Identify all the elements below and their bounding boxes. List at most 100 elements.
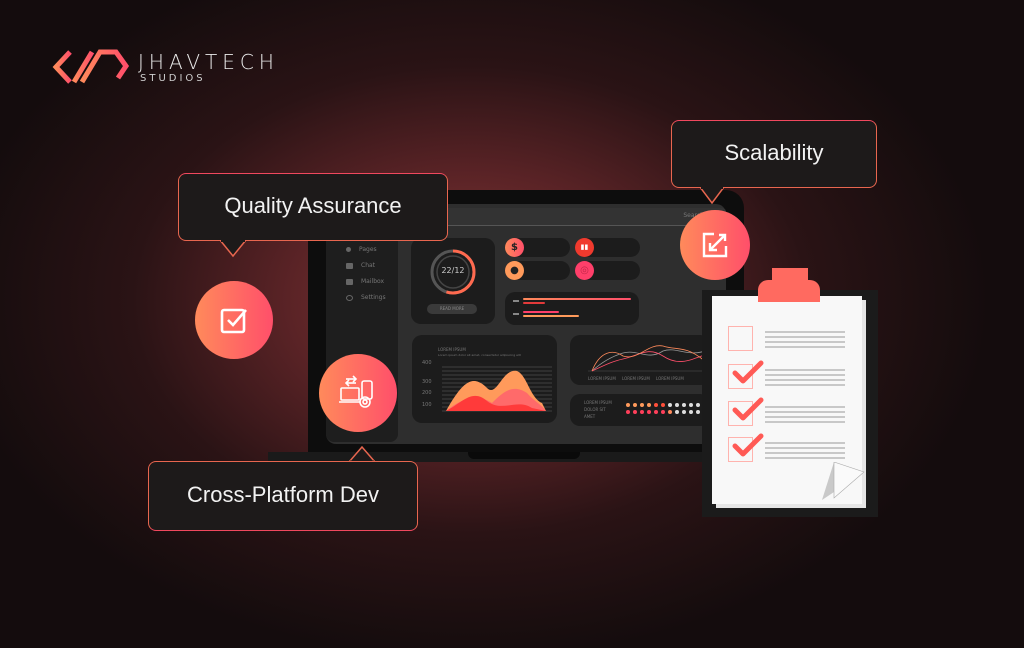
checkmark-icon (732, 433, 764, 457)
y-tick: 100 (422, 402, 432, 408)
callout-label: Cross-Platform Dev (187, 482, 379, 507)
bar-row-label (513, 300, 519, 302)
user-icon: ● (505, 261, 524, 280)
checkmark-icon (732, 360, 764, 384)
dot (682, 403, 686, 407)
bar (523, 311, 559, 313)
checklist-checkbox[interactable] (728, 433, 764, 462)
checklist-text-lines (765, 406, 845, 426)
quality-assurance-badge (195, 281, 273, 359)
gear-icon (346, 294, 353, 301)
callout-tail (700, 187, 724, 205)
dot (682, 410, 686, 414)
checklist-text-lines (765, 369, 845, 389)
dot (640, 403, 644, 407)
sidebar-item-label: Pages (359, 246, 377, 253)
dot (661, 410, 665, 414)
y-tick: 400 (422, 360, 432, 366)
stat-pill[interactable]: ● (505, 261, 570, 280)
callout-cross-platform: Cross-Platform Dev (148, 461, 418, 531)
legend-item: LOREM IPSUM (588, 376, 616, 381)
callout-label: Quality Assurance (224, 193, 402, 218)
line-chart-card: LOREM IPSUM LOREM IPSUM LOREM IPSUM (570, 335, 710, 385)
bar-chart-icon: ▮▮ (575, 238, 594, 257)
dot (689, 410, 693, 414)
dot (626, 410, 630, 414)
dot (675, 403, 679, 407)
dot (654, 403, 658, 407)
dot (668, 403, 672, 407)
y-tick: 300 (422, 379, 432, 385)
stat-pill[interactable]: ▮▮ (575, 238, 640, 257)
checklist-text-lines (765, 331, 845, 351)
checklist-text-lines (765, 442, 845, 462)
dot (696, 403, 700, 407)
checklist-checkbox[interactable] (728, 360, 764, 389)
legend-item: LOREM IPSUM (656, 376, 684, 381)
dot (689, 403, 693, 407)
brand-logo: JHAVTECH STUDIOS (52, 48, 292, 88)
progress-ring-card: 22/12 READ MORE (411, 238, 495, 324)
page-curl-icon (822, 462, 865, 500)
chart-title: LOREM IPSUM (438, 347, 466, 352)
ring-value: 22/12 (441, 266, 465, 275)
dot (696, 410, 700, 414)
line-chart (588, 345, 710, 372)
bar (523, 315, 580, 317)
dot (661, 403, 665, 407)
resize-arrow-icon (702, 232, 728, 258)
bar-row-label (513, 313, 519, 315)
dollar-icon: $ (505, 238, 524, 257)
dot (633, 410, 637, 414)
chat-icon (346, 262, 353, 269)
sidebar-item-pages[interactable]: Pages (346, 246, 377, 253)
checkbox-icon (220, 308, 247, 334)
clipboard-clip (758, 280, 820, 302)
dot (654, 410, 658, 414)
dots-card: LOREM IPSUM DOLOR SIT AMET (570, 394, 710, 426)
laptop-notch (468, 452, 580, 459)
callout-quality-assurance: Quality Assurance (178, 173, 448, 241)
checklist-checkbox[interactable] (728, 397, 764, 426)
sidebar-item-mailbox[interactable]: Mailbox (346, 278, 384, 285)
callout-label: Scalability (724, 140, 824, 165)
target-icon: ◎ (575, 261, 594, 280)
mailbox-icon (346, 278, 353, 285)
scalability-badge (680, 210, 750, 280)
line-series-2 (591, 351, 710, 372)
checkmark-icon (732, 397, 764, 421)
code-brackets-icon (52, 49, 130, 84)
dot (647, 403, 651, 407)
brand-subtitle: STUDIOS (140, 73, 206, 84)
y-tick: 200 (422, 390, 432, 396)
dot (633, 403, 637, 407)
dot-icon (346, 247, 351, 252)
dot (668, 410, 672, 414)
stat-pill[interactable]: $ (505, 238, 570, 257)
devices-gear-icon (339, 375, 373, 408)
sidebar-item-label: Settings (361, 294, 386, 301)
dot (647, 410, 651, 414)
area-chart (442, 366, 552, 412)
chart-subtitle: Lorem ipsum dolor sit amet, consectetur … (438, 353, 521, 357)
checklist-checkbox[interactable] (728, 326, 753, 351)
brand-name: JHAVTECH (138, 50, 279, 74)
search-bar[interactable]: Search (414, 208, 726, 226)
stat-pill[interactable]: ◎ (575, 261, 640, 280)
bar (523, 302, 545, 304)
dot (675, 410, 679, 414)
dots-label: AMET (584, 414, 596, 419)
legend-item: LOREM IPSUM (622, 376, 650, 381)
bar-comparison-card (505, 292, 639, 325)
sidebar-item-label: Mailbox (361, 278, 385, 285)
sidebar-item-chat[interactable]: Chat (346, 262, 375, 269)
bar (523, 298, 631, 300)
read-more-button[interactable]: READ MORE (427, 304, 477, 314)
dots-label: DOLOR SIT (584, 407, 606, 412)
sidebar-item-settings[interactable]: Settings (346, 294, 386, 301)
sidebar-item-label: Chat (361, 262, 376, 269)
dot (626, 403, 630, 407)
area-chart-card: LOREM IPSUM Lorem ipsum dolor sit amet, … (412, 335, 557, 423)
callout-tail (220, 240, 246, 258)
callout-scalability: Scalability (671, 120, 877, 188)
